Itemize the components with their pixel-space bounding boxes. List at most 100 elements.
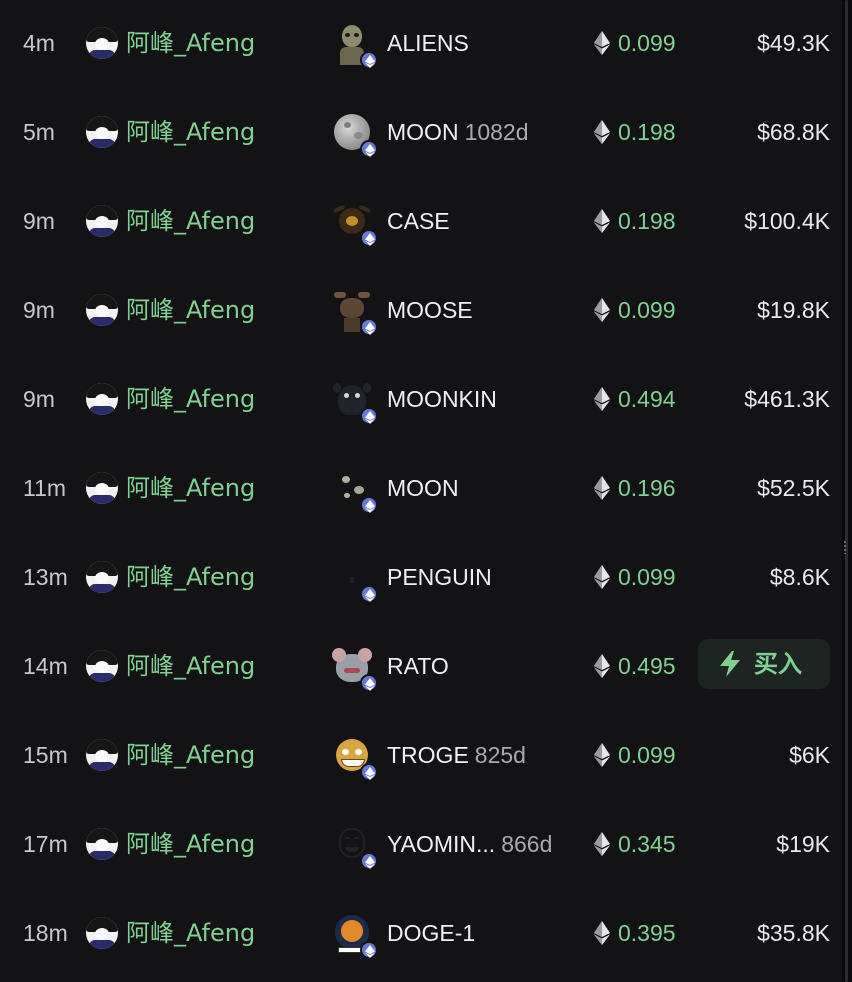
ethereum-chain-badge-icon bbox=[360, 496, 378, 514]
trade-time: 9m bbox=[23, 386, 55, 412]
resize-grip-icon[interactable] bbox=[844, 540, 846, 554]
token-name[interactable]: MOONKIN bbox=[387, 355, 497, 444]
trade-row[interactable]: 11m 阿峰_Afeng MOON 0.196 $52.5K bbox=[0, 444, 842, 533]
penguin-token-icon[interactable] bbox=[330, 555, 378, 603]
yaoming-token-icon[interactable] bbox=[330, 822, 378, 870]
moose-token-icon[interactable] bbox=[330, 288, 378, 336]
ethereum-chain-badge-icon bbox=[360, 763, 378, 781]
trade-row[interactable]: 15m 阿峰_Afeng TROGE 825d 0.099 $6K bbox=[0, 711, 842, 800]
market-cap: $19.8K bbox=[757, 297, 830, 323]
user-avatar[interactable] bbox=[86, 294, 118, 326]
token-name[interactable]: ALIENS bbox=[387, 0, 469, 88]
ethereum-icon bbox=[594, 654, 610, 678]
trade-amount: 0.494 bbox=[618, 386, 676, 412]
user-avatar[interactable] bbox=[86, 383, 118, 415]
user-name-link[interactable]: 阿峰_Afeng bbox=[126, 889, 255, 978]
ethereum-chain-badge-icon bbox=[360, 51, 378, 69]
trade-row[interactable]: 5m 阿峰_Afeng MOON 1082d 0.198 $68.8K bbox=[0, 88, 842, 177]
user-avatar[interactable] bbox=[86, 472, 118, 504]
trade-time: 15m bbox=[23, 742, 68, 768]
trade-time: 9m bbox=[23, 297, 55, 323]
market-cap: $100.4K bbox=[744, 208, 830, 234]
ethereum-icon bbox=[594, 298, 610, 322]
market-cap: $19K bbox=[776, 831, 830, 857]
user-name-link[interactable]: 阿峰_Afeng bbox=[126, 444, 255, 533]
user-avatar[interactable] bbox=[86, 116, 118, 148]
market-cap: $35.8K bbox=[757, 920, 830, 946]
trade-amount: 0.198 bbox=[618, 208, 676, 234]
user-avatar[interactable] bbox=[86, 561, 118, 593]
user-name-link[interactable]: 阿峰_Afeng bbox=[126, 622, 255, 711]
user-avatar[interactable] bbox=[86, 205, 118, 237]
token-name[interactable]: DOGE-1 bbox=[387, 889, 475, 978]
trade-amount: 0.099 bbox=[618, 297, 676, 323]
token-name[interactable]: RATO bbox=[387, 622, 449, 711]
trade-row[interactable]: 17m 阿峰_Afeng YAOMIN... 866d 0.345 $19K bbox=[0, 800, 842, 889]
scrollbar[interactable] bbox=[842, 0, 852, 982]
user-name-link[interactable]: 阿峰_Afeng bbox=[126, 533, 255, 622]
user-name-link[interactable]: 阿峰_Afeng bbox=[126, 266, 255, 355]
ethereum-icon bbox=[594, 209, 610, 233]
buy-button[interactable]: 买入 bbox=[698, 639, 830, 689]
token-name[interactable]: PENGUIN bbox=[387, 533, 492, 622]
ethereum-icon bbox=[594, 921, 610, 945]
ethereum-icon bbox=[594, 120, 610, 144]
moonkin-token-icon[interactable] bbox=[330, 377, 378, 425]
token-name[interactable]: CASE bbox=[387, 177, 450, 266]
user-name-link[interactable]: 阿峰_Afeng bbox=[126, 355, 255, 444]
market-cap: $461.3K bbox=[744, 386, 830, 412]
aliens-token-icon[interactable] bbox=[330, 21, 378, 69]
trade-row[interactable]: 14m 阿峰_Afeng RATO 0.495 买入 bbox=[0, 622, 842, 711]
scrollbar-thumb[interactable] bbox=[845, 0, 848, 982]
ethereum-icon bbox=[594, 387, 610, 411]
ethereum-icon bbox=[594, 31, 610, 55]
trade-time: 14m bbox=[23, 653, 68, 679]
user-name-link[interactable]: 阿峰_Afeng bbox=[126, 177, 255, 266]
trade-row[interactable]: 9m 阿峰_Afeng MOOSE 0.099 $19.8K bbox=[0, 266, 842, 355]
moon-token-icon[interactable] bbox=[330, 466, 378, 514]
trade-amount: 0.395 bbox=[618, 920, 676, 946]
user-avatar[interactable] bbox=[86, 828, 118, 860]
trade-row[interactable]: 9m 阿峰_Afeng CASE 0.198 $100.4K bbox=[0, 177, 842, 266]
case-token-icon[interactable] bbox=[330, 199, 378, 247]
troge-token-icon[interactable] bbox=[330, 733, 378, 781]
ethereum-chain-badge-icon bbox=[360, 941, 378, 959]
token-name[interactable]: MOON 1082d bbox=[387, 88, 529, 177]
ethereum-icon bbox=[594, 832, 610, 856]
rato-token-icon[interactable] bbox=[330, 644, 378, 692]
token-age: 866d bbox=[501, 831, 553, 857]
buy-button-label: 买入 bbox=[754, 650, 802, 678]
doge1-token-icon[interactable] bbox=[330, 911, 378, 959]
ethereum-chain-badge-icon bbox=[360, 229, 378, 247]
user-name-link[interactable]: 阿峰_Afeng bbox=[126, 0, 255, 88]
trade-amount: 0.345 bbox=[618, 831, 676, 857]
market-cap: $52.5K bbox=[757, 475, 830, 501]
token-name[interactable]: MOOSE bbox=[387, 266, 473, 355]
trade-amount: 0.198 bbox=[618, 119, 676, 145]
trade-time: 18m bbox=[23, 920, 68, 946]
token-name[interactable]: TROGE 825d bbox=[387, 711, 526, 800]
trade-row[interactable]: 4m 阿峰_Afeng ALIENS 0.099 $49.3K bbox=[0, 0, 842, 88]
trade-time: 17m bbox=[23, 831, 68, 857]
ethereum-icon bbox=[594, 743, 610, 767]
token-name[interactable]: MOON bbox=[387, 444, 459, 533]
trade-amount: 0.196 bbox=[618, 475, 676, 501]
market-cap: $6K bbox=[789, 742, 830, 768]
trade-feed: 4m 阿峰_Afeng ALIENS 0.099 $49.3K 5m 阿峰_Af… bbox=[0, 0, 842, 982]
trade-time: 5m bbox=[23, 119, 55, 145]
user-avatar[interactable] bbox=[86, 917, 118, 949]
user-name-link[interactable]: 阿峰_Afeng bbox=[126, 711, 255, 800]
trade-row[interactable]: 9m 阿峰_Afeng MOONKIN 0.494 $461.3K bbox=[0, 355, 842, 444]
ethereum-icon bbox=[594, 476, 610, 500]
user-name-link[interactable]: 阿峰_Afeng bbox=[126, 800, 255, 889]
trade-amount: 0.099 bbox=[618, 30, 676, 56]
token-name[interactable]: YAOMIN... 866d bbox=[387, 800, 552, 889]
moon-token-icon[interactable] bbox=[330, 110, 378, 158]
trade-row[interactable]: 13m 阿峰_Afeng PENGUIN 0.099 $8.6K bbox=[0, 533, 842, 622]
user-avatar[interactable] bbox=[86, 739, 118, 771]
trade-row[interactable]: 18m 阿峰_Afeng DOGE-1 0.395 $35.8K bbox=[0, 889, 842, 978]
user-avatar[interactable] bbox=[86, 650, 118, 682]
user-avatar[interactable] bbox=[86, 27, 118, 59]
user-name-link[interactable]: 阿峰_Afeng bbox=[126, 88, 255, 177]
trade-amount: 0.099 bbox=[618, 564, 676, 590]
